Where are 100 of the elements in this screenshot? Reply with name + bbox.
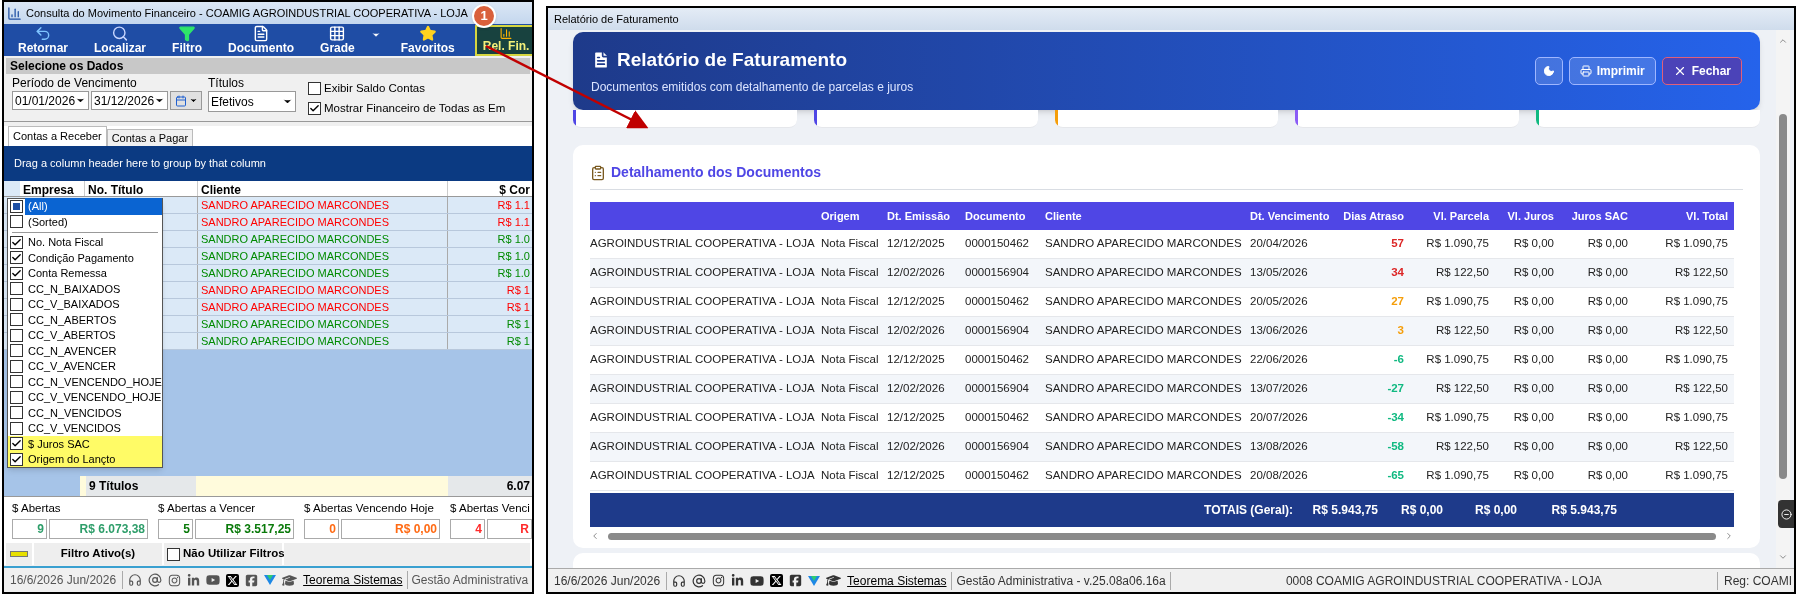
amount-cell-text: R$ 122,50 — [1673, 381, 1729, 397]
theme-toggle-button[interactable] — [1534, 57, 1563, 85]
instagram-icon[interactable] — [712, 574, 726, 587]
amount-cell: R$ 1 — [447, 298, 532, 315]
column-header[interactable]: $ Cor — [447, 180, 532, 196]
column-header[interactable]: Juros SAC — [1560, 207, 1634, 225]
date-field[interactable]: 01/01/2026 — [12, 91, 89, 110]
checkbox[interactable] — [167, 547, 180, 561]
headset-icon[interactable] — [128, 573, 143, 587]
date-field[interactable]: 31/12/2026 — [91, 91, 168, 110]
column-header[interactable]: Vl. Parcela — [1410, 207, 1495, 225]
checkbox[interactable] — [10, 359, 23, 373]
toolbar-button[interactable]: Filtro — [166, 25, 209, 56]
checkbox[interactable] — [10, 215, 23, 229]
facebook-icon[interactable] — [245, 573, 259, 587]
total-label: $ Abertas — [12, 501, 62, 516]
column-header[interactable]: Empresa — [20, 180, 84, 196]
amount-cell-text: R$ 1.090,75 — [1425, 236, 1490, 252]
vertical-scrollbar[interactable] — [1779, 114, 1787, 479]
checkbox[interactable] — [10, 297, 23, 311]
column-header[interactable]: Cliente — [197, 180, 447, 196]
menu-item[interactable]: (All) — [8, 198, 162, 214]
checkbox[interactable] — [10, 328, 23, 342]
amount-cell: R$ 1 — [447, 332, 532, 349]
checkbox[interactable] — [10, 375, 23, 389]
menu-item[interactable]: CC_N_BAIXADOS — [8, 281, 162, 297]
x-logo-icon[interactable] — [226, 573, 240, 587]
company-link[interactable]: Teorema Sistemas — [303, 571, 403, 589]
menu-item[interactable]: CC_V_BAIXADOS — [8, 296, 162, 312]
column-header[interactable]: Vl. Juros — [1495, 207, 1560, 225]
checkbox[interactable] — [10, 199, 23, 213]
menu-item[interactable]: CC_V_VENCENDO_HOJE — [8, 389, 162, 405]
origin-cell-text: Nota Fiscal — [820, 468, 880, 484]
menu-item[interactable]: CC_N_ABERTOS — [8, 312, 162, 328]
menu-item[interactable]: CC_V_ABERTOS — [8, 327, 162, 343]
toolbar-button[interactable]: Grade — [314, 25, 361, 56]
calendar-button[interactable] — [170, 91, 202, 110]
graduation-cap-icon[interactable] — [826, 573, 842, 588]
checkbox[interactable] — [10, 452, 23, 466]
triangle-logo-icon[interactable] — [264, 574, 277, 586]
instagram-icon[interactable] — [168, 573, 182, 587]
toolbar-button[interactable]: Documento — [222, 25, 301, 56]
menu-item[interactable]: Conta Remessa — [8, 265, 162, 281]
checkbox[interactable] — [308, 102, 321, 116]
menu-item[interactable]: CC_V_VENCIDOS — [8, 420, 162, 436]
facebook-icon[interactable] — [789, 574, 803, 587]
menu-item[interactable]: CC_N_VENCIDOS — [8, 405, 162, 421]
status-company: 0008 COAMIG AGROINDUSTRIAL COOPERATIVA - LOJA — [1284, 572, 1603, 590]
checkbox[interactable] — [10, 390, 23, 404]
x-logo-icon[interactable] — [770, 574, 784, 587]
youtube-icon[interactable] — [750, 573, 765, 588]
header-button[interactable]: Imprimir — [1568, 57, 1656, 85]
client-cell-text: SANDRO APARECIDO MARCONDES — [1044, 236, 1243, 252]
select-field[interactable]: Efetivos — [208, 91, 296, 112]
headset-icon[interactable] — [672, 573, 687, 588]
menu-item[interactable]: CC_V_AVENCER — [8, 358, 162, 374]
linkedin-icon[interactable] — [187, 573, 201, 587]
triangle-logo-icon[interactable] — [808, 574, 821, 587]
menu-item[interactable]: $ Juros SAC — [8, 436, 162, 452]
side-tab[interactable] — [1778, 500, 1794, 528]
menu-item[interactable]: No. Nota Fiscal — [8, 234, 162, 250]
column-header[interactable]: Dias Atraso — [1334, 207, 1410, 225]
column-header[interactable]: No. Título — [84, 180, 197, 196]
tab[interactable]: Contas a Pagar — [106, 128, 194, 146]
graduation-cap-icon[interactable] — [282, 572, 298, 588]
checkbox[interactable] — [10, 251, 23, 265]
checkbox[interactable] — [308, 82, 321, 96]
column-header[interactable]: Origem — [815, 207, 881, 225]
linkedin-icon[interactable] — [731, 574, 745, 587]
caret-icon[interactable] — [370, 30, 381, 40]
menu-item[interactable]: CC_N_AVENCER — [8, 343, 162, 359]
horizontal-scrollbar[interactable] — [608, 532, 1716, 540]
checkbox[interactable] — [10, 313, 23, 327]
checkbox[interactable] — [10, 406, 23, 420]
column-header[interactable]: Vl. Total — [1634, 207, 1734, 225]
toolbar-button[interactable]: Favoritos — [394, 25, 461, 56]
menu-item[interactable]: Condição Pagamento — [8, 250, 162, 266]
column-header[interactable]: Cliente — [1039, 207, 1244, 225]
checkbox[interactable] — [10, 235, 23, 249]
company-link[interactable]: Teorema Sistemas — [847, 571, 947, 590]
date-cell-text: 20/05/2026 — [1249, 294, 1309, 310]
youtube-icon[interactable] — [206, 573, 221, 587]
header-button[interactable]: Fechar — [1661, 57, 1742, 85]
toolbar-button[interactable]: Retornar — [12, 25, 74, 56]
column-header[interactable]: Dt. Vencimento — [1244, 207, 1334, 225]
tab[interactable]: Contas a Receber — [8, 125, 107, 146]
checkbox[interactable] — [10, 437, 23, 451]
search-icon — [111, 25, 130, 42]
column-header[interactable]: Dt. Emissão — [881, 207, 959, 225]
menu-item[interactable]: (Sorted) — [8, 214, 162, 230]
column-header[interactable]: Documento — [959, 207, 1039, 225]
checkbox[interactable] — [10, 266, 23, 280]
at-sign-icon[interactable] — [692, 573, 707, 588]
at-sign-icon[interactable] — [148, 573, 163, 587]
checkbox[interactable] — [10, 421, 23, 435]
checkbox[interactable] — [10, 282, 23, 296]
toolbar-button[interactable]: Localizar — [88, 25, 153, 56]
checkbox[interactable] — [10, 344, 23, 358]
amount-cell-text: R$ 122,50 — [1434, 323, 1490, 339]
company-cell-text: AGROINDUSTRIAL COOPERATIVA - LOJA — [590, 323, 815, 339]
